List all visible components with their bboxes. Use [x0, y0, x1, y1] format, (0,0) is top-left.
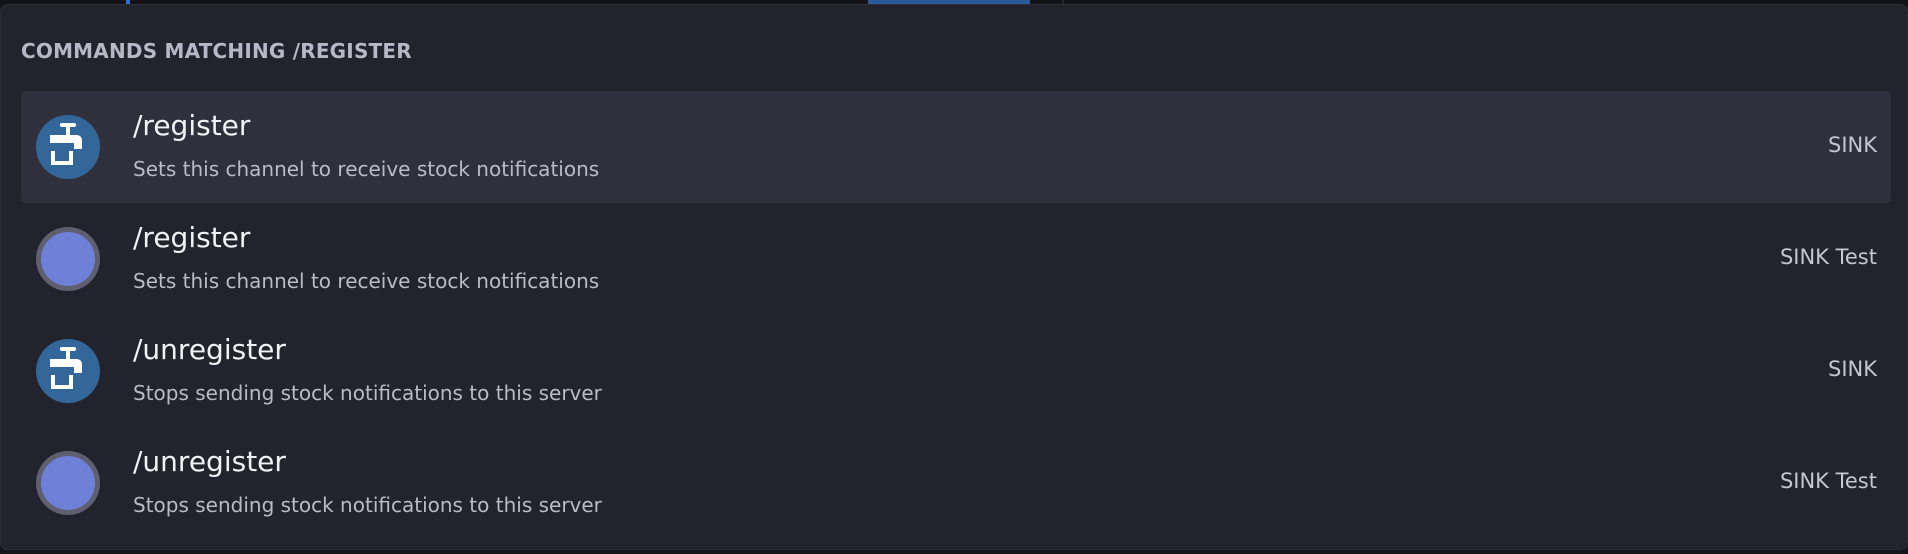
command-option-unregister-sink[interactable]: /unregister Stops sending stock notifica…	[21, 315, 1891, 427]
command-name: /unregister	[133, 445, 286, 478]
command-source-app: SINK	[1827, 357, 1877, 381]
command-description: Sets this channel to receive stock notif…	[133, 269, 600, 293]
command-source-app: SINK	[1827, 133, 1877, 157]
default-app-icon	[36, 227, 100, 291]
default-app-icon	[36, 451, 100, 515]
command-option-register-sink[interactable]: /register Sets this channel to receive s…	[21, 91, 1891, 203]
command-list: /register Sets this channel to receive s…	[21, 91, 1891, 539]
command-source-app: SINK Test	[1779, 245, 1877, 269]
command-option-register-sink-test[interactable]: /register Sets this channel to receive s…	[21, 203, 1891, 315]
faucet-icon	[36, 115, 100, 179]
command-name: /register	[133, 109, 251, 142]
panel-title: COMMANDS MATCHING /REGISTER	[21, 39, 412, 63]
command-description: Stops sending stock notifications to thi…	[133, 493, 602, 517]
command-autocomplete-panel: COMMANDS MATCHING /REGISTER /register Se…	[0, 4, 1908, 550]
command-description: Sets this channel to receive stock notif…	[133, 157, 600, 181]
command-description: Stops sending stock notifications to thi…	[133, 381, 602, 405]
command-name: /unregister	[133, 333, 286, 366]
command-option-unregister-sink-test[interactable]: /unregister Stops sending stock notifica…	[21, 427, 1891, 539]
command-name: /register	[133, 221, 251, 254]
command-source-app: SINK Test	[1779, 469, 1877, 493]
faucet-icon	[36, 339, 100, 403]
